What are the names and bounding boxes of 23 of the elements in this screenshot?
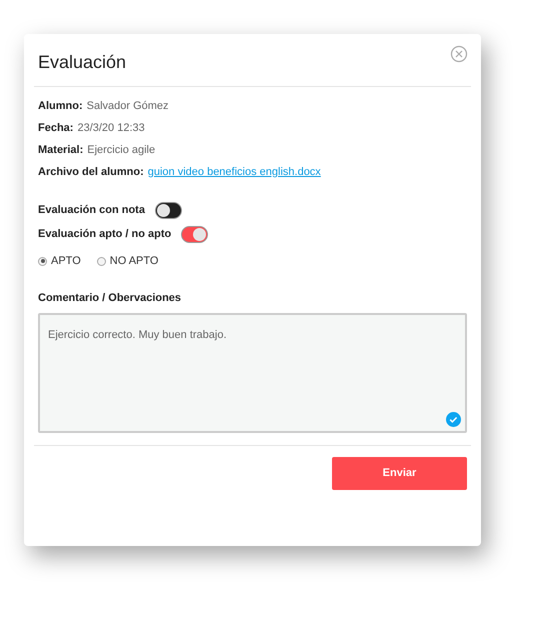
radio-option[interactable]: APTO — [38, 253, 81, 270]
submit-button[interactable]: Enviar — [332, 457, 467, 490]
toggle-label: Evaluación con nota — [38, 203, 145, 218]
close-icon[interactable] — [450, 45, 468, 63]
field-label: Fecha: — [38, 121, 74, 136]
radio-button[interactable] — [38, 256, 47, 266]
comment-textarea[interactable]: Ejercicio correcto. Muy buen trabajo. — [38, 313, 467, 433]
toggle-switch[interactable] — [181, 226, 208, 243]
field-value: Ejercicio agile — [87, 143, 156, 158]
toggle-switch[interactable] — [154, 202, 182, 219]
field-label: Material: — [38, 143, 84, 158]
field-value: Salvador Gómez — [86, 99, 169, 114]
check-icon — [446, 412, 461, 427]
comment-text: Ejercicio correcto. Muy buen trabajo. — [48, 329, 227, 341]
field-label: Archivo del alumno: — [38, 165, 144, 180]
radio-option[interactable]: NO APTO — [96, 253, 158, 270]
field-value: 23/3/20 12:33 — [77, 121, 145, 136]
field-label: Alumno: — [38, 99, 83, 114]
comment-label: Comentario / Obervaciones — [38, 290, 182, 306]
toggle-label: Evaluación apto / no apto — [38, 227, 172, 242]
radio-button[interactable] — [96, 256, 106, 266]
file-link[interactable]: guion video beneficios english.docx — [148, 165, 321, 180]
dialog-title: Evaluación — [38, 51, 126, 74]
